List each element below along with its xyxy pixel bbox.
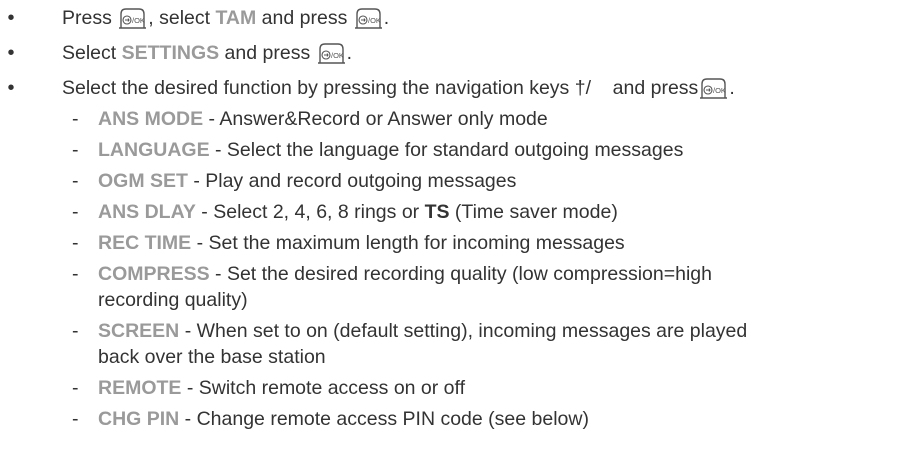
instruction-text: . xyxy=(729,77,735,99)
instruction-text: Select xyxy=(62,42,122,64)
function-keyword: SCREEN xyxy=(98,320,180,342)
function-description: - Set the desired recording quality (low… xyxy=(209,263,712,285)
function-keyword: REMOTE xyxy=(98,377,182,399)
menu-ok-key-icon: /OK xyxy=(317,43,345,64)
instruction-text: and press xyxy=(256,7,353,29)
function-description-continued: back over the base station xyxy=(98,346,326,368)
instruction-text: and press xyxy=(219,42,316,64)
bullet-dot: • xyxy=(7,77,15,99)
instruction-press-menu: Press /OK, select TAM and press /OK. xyxy=(62,6,389,30)
function-description: (Time saver mode) xyxy=(449,201,618,223)
keyword-ts: TS xyxy=(424,201,450,223)
function-item-ans-mode: - ANS MODE - Answer&Record or Answer only… xyxy=(72,108,548,130)
instruction-text: Press xyxy=(62,7,118,29)
function-description: - Switch remote access on or off xyxy=(181,377,466,399)
function-item-screen: - SCREEN - When set to on (default settin… xyxy=(72,320,748,342)
bullet-dot: • xyxy=(7,42,15,64)
function-keyword: COMPRESS xyxy=(98,263,210,285)
function-keyword: ANS MODE xyxy=(98,108,204,130)
instruction-text: , select xyxy=(148,7,216,29)
function-item-chg-pin: - CHG PIN - Change remote access PIN code… xyxy=(72,408,589,430)
keyword-tam: TAM xyxy=(215,7,257,29)
function-item-rec-time: - REC TIME - Set the maximum length for i… xyxy=(72,232,625,254)
instruction-select-settings: Select SETTINGS and press /OK. xyxy=(62,41,352,65)
function-description: - Select the language for standard outgo… xyxy=(209,139,684,161)
function-keyword: REC TIME xyxy=(98,232,192,254)
instruction-select-function: Select the desired function by pressing … xyxy=(62,76,735,100)
function-keyword: CHG PIN xyxy=(98,408,180,430)
function-description: - Set the maximum length for incoming me… xyxy=(191,232,625,254)
function-item-compress: - COMPRESS - Set the desired recording qu… xyxy=(72,263,712,285)
svg-text:/OK: /OK xyxy=(132,16,145,25)
instruction-text: Select the desired function by pressing … xyxy=(62,77,591,99)
function-description: - Answer&Record or Answer only mode xyxy=(203,108,548,130)
menu-ok-key-icon: /OK xyxy=(119,8,147,29)
function-description: - When set to on (default setting), inco… xyxy=(179,320,748,342)
function-keyword: OGM SET xyxy=(98,170,188,192)
instruction-text: . xyxy=(346,42,353,64)
instruction-text: and press xyxy=(591,77,699,99)
function-item-ans-dlay: - ANS DLAY - Select 2, 4, 6, 8 rings or T… xyxy=(72,201,618,223)
function-item-remote: - REMOTE - Switch remote access on or off xyxy=(72,377,466,399)
function-description: - Play and record outgoing messages xyxy=(187,170,517,192)
svg-text:/OK: /OK xyxy=(368,16,381,25)
function-description-continued: recording quality) xyxy=(98,289,248,311)
keyword-settings: SETTINGS xyxy=(121,42,220,64)
function-item-language: - LANGUAGE - Select the language for stan… xyxy=(72,139,684,161)
function-description: - Change remote access PIN code (see bel… xyxy=(179,408,589,430)
function-keyword: LANGUAGE xyxy=(98,139,210,161)
svg-text:/OK: /OK xyxy=(331,51,344,60)
function-description: - Select 2, 4, 6, 8 rings or xyxy=(195,201,425,223)
svg-text:/OK: /OK xyxy=(713,86,726,95)
bullet-dot: • xyxy=(7,7,15,29)
menu-ok-key-icon: /OK xyxy=(354,8,382,29)
menu-ok-key-icon: /OK xyxy=(700,78,728,99)
function-item-ogm-set: - OGM SET - Play and record outgoing mess… xyxy=(72,170,517,192)
instruction-text: . xyxy=(383,7,390,29)
function-keyword: ANS DLAY xyxy=(98,201,196,223)
